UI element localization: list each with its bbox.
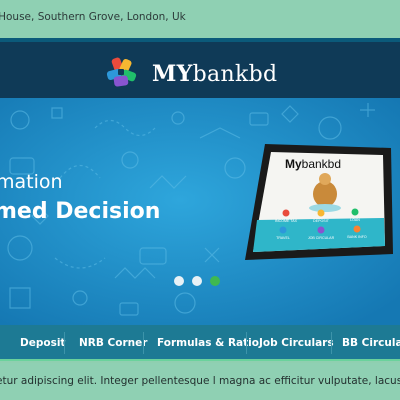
nav-divider <box>64 332 65 354</box>
slider-dot-2[interactable] <box>192 276 202 286</box>
tablet-button-label: LOAN <box>350 218 360 222</box>
hero-heading-line-2: med Decision <box>0 199 161 224</box>
slider-dot-1[interactable] <box>174 276 184 286</box>
brand-name: MYbankbd <box>152 61 278 87</box>
tablet-button-label: INCOME TAX <box>275 219 298 223</box>
tablet-button-label: BANK INFO <box>347 235 367 239</box>
tablet-button-label: DEPOSIT <box>313 219 330 223</box>
main-navigation: Deposit NRB Corner Formulas & Ratio Job … <box>0 325 400 361</box>
nav-divider <box>143 332 144 354</box>
hero-heading-line-1: mation <box>0 171 63 193</box>
top-info-bar: nt House, Southern Grove, London, Uk <box>0 0 400 38</box>
logo-icon <box>106 57 137 87</box>
site-logo[interactable]: MYbankbd <box>104 56 290 90</box>
nav-item-nrb-corner[interactable]: NRB Corner <box>79 337 147 349</box>
nav-item-job-circulars[interactable]: Job Circulars <box>259 337 334 349</box>
nav-divider <box>246 332 247 354</box>
tablet-button-label: TRAVEL <box>276 236 290 240</box>
news-ticker: etur adipiscing elit. Integer pellentesq… <box>0 363 400 400</box>
slider-pagination <box>174 276 220 286</box>
nav-item-bb-circulars[interactable]: BB Circulars <box>342 337 400 349</box>
site-header: MYbankbd <box>0 38 400 98</box>
nav-item-formulas-ratio[interactable]: Formulas & Ratio <box>157 337 259 349</box>
tablet-button-label: JOB CIRCULAR <box>308 236 335 240</box>
tablet-illustration: Mybankbd INCOME TAX DEPOSIT LOAN TRAVEL … <box>245 144 393 260</box>
address-text: nt House, Southern Grove, London, Uk <box>0 11 186 23</box>
ticker-text[interactable]: etur adipiscing elit. Integer pellentesq… <box>0 375 400 387</box>
tablet-title: Mybankbd <box>285 157 341 171</box>
slider-dot-3[interactable] <box>210 276 220 286</box>
nav-item-deposit[interactable]: Deposit <box>20 337 65 349</box>
nav-divider <box>331 332 332 354</box>
